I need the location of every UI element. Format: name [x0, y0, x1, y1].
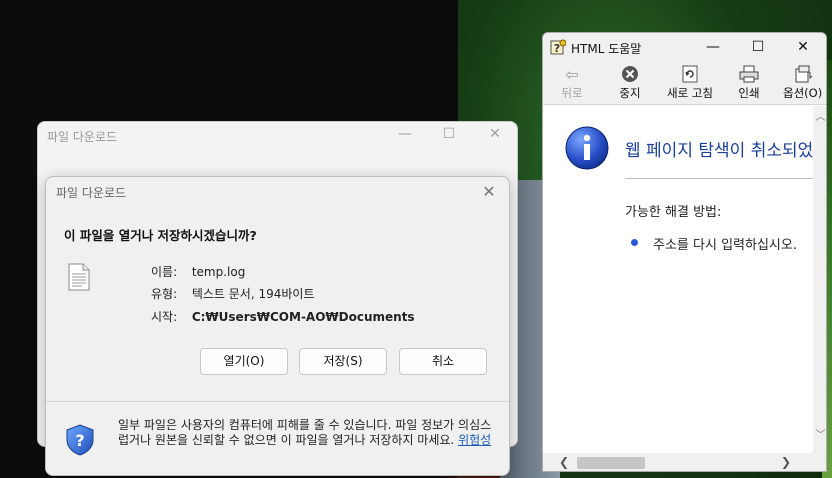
- stop-label: 중지: [619, 86, 641, 100]
- scroll-up-icon[interactable]: ︿: [813, 108, 826, 123]
- risk-link[interactable]: 위험성: [458, 433, 491, 447]
- html-help-window: ? HTML 도움말 — ☐ ✕ ⇦ 뒤로 중지 새로 고침 인쇄 옵션(O) …: [542, 32, 827, 472]
- file-download-dialog: 파일 다운로드 ✕ 이 파일을 열거나 저장하시겠습니까? 이름: temp.l…: [45, 176, 510, 476]
- refresh-icon: [661, 65, 719, 85]
- minimize-icon[interactable]: —: [390, 126, 420, 144]
- print-label: 인쇄: [738, 86, 760, 100]
- info-icon: [565, 126, 609, 170]
- bullet-icon: [631, 239, 638, 246]
- horizontal-scroll-thumb[interactable]: [577, 457, 645, 469]
- horizontal-scrollbar[interactable]: ❮ ❯: [543, 453, 826, 471]
- dialog-question: 이 파일을 열거나 저장하시겠습니까?: [64, 228, 257, 243]
- help-window-title: HTML 도움말: [571, 42, 642, 56]
- options-button[interactable]: 옵션(O): [783, 65, 826, 103]
- maximize-icon[interactable]: ☐: [744, 36, 772, 58]
- maximize-icon[interactable]: ☐: [434, 126, 464, 144]
- scroll-down-icon[interactable]: ﹀: [813, 426, 826, 441]
- file-from-row: 시작: C:₩Users₩COM-AO₩Documents: [151, 308, 415, 325]
- stop-icon: [613, 65, 647, 85]
- from-label: 시작:: [151, 310, 178, 324]
- file-name-row: 이름: temp.log: [151, 263, 245, 280]
- close-icon[interactable]: ✕: [480, 126, 510, 144]
- svg-text:?: ?: [75, 431, 84, 450]
- cancel-button[interactable]: 취소: [399, 348, 487, 375]
- help-content: 웹 페이지 탐색이 취소되었습니다 가능한 해결 방법: 주소를 다시 입력하십…: [543, 106, 813, 453]
- shield-icon: ?: [66, 424, 94, 456]
- type-value: 텍스트 문서, 194바이트: [191, 287, 315, 301]
- open-button[interactable]: 열기(O): [200, 348, 288, 375]
- help-subheading: 가능한 해결 방법:: [625, 205, 722, 220]
- back-label: 뒤로: [561, 86, 583, 100]
- stop-button[interactable]: 중지: [613, 65, 647, 103]
- type-label: 유형:: [151, 287, 178, 301]
- help-icon: ?: [550, 39, 566, 55]
- help-divider: [625, 178, 813, 179]
- scroll-left-icon[interactable]: ❮: [559, 455, 569, 469]
- from-value: C:₩Users₩COM-AO₩Documents: [191, 310, 415, 324]
- vertical-scrollbar[interactable]: ︿ ﹀: [813, 106, 826, 453]
- options-label: 옵션(O): [783, 86, 823, 100]
- minimize-icon[interactable]: —: [699, 36, 727, 58]
- close-icon[interactable]: ✕: [477, 181, 501, 203]
- help-toolbar: ⇦ 뒤로 중지 새로 고침 인쇄 옵션(O): [543, 61, 826, 105]
- refresh-label: 새로 고침: [667, 86, 713, 100]
- dialog-title: 파일 다운로드: [56, 186, 127, 200]
- back-arrow-icon: ⇦: [565, 65, 579, 84]
- file-type-row: 유형: 텍스트 문서, 194바이트: [151, 285, 315, 302]
- print-button[interactable]: 인쇄: [731, 65, 767, 103]
- warning-area: ? 일부 파일은 사용자의 컴퓨터에 피해를 줄 수 있습니다. 파일 정보가 …: [46, 402, 509, 475]
- svg-text:?: ?: [554, 42, 560, 55]
- back-window-title: 파일 다운로드: [47, 130, 118, 144]
- help-titlebar: ? HTML 도움말 — ☐ ✕: [543, 33, 826, 61]
- save-button[interactable]: 저장(S): [299, 348, 387, 375]
- name-value: temp.log: [191, 265, 246, 279]
- refresh-button[interactable]: 새로 고침: [661, 65, 719, 103]
- close-icon[interactable]: ✕: [789, 36, 817, 58]
- scroll-right-icon[interactable]: ❯: [781, 455, 791, 469]
- options-icon: [783, 65, 826, 85]
- warning-text: 일부 파일은 사용자의 컴퓨터에 피해를 줄 수 있습니다. 파일 정보가 의심…: [118, 418, 498, 448]
- print-icon: [731, 65, 767, 85]
- help-heading: 웹 페이지 탐색이 취소되었습니다: [625, 141, 813, 161]
- help-bullet-text: 주소를 다시 입력하십시오.: [653, 238, 797, 253]
- document-icon: [68, 263, 90, 291]
- warning-message: 일부 파일은 사용자의 컴퓨터에 피해를 줄 수 있습니다. 파일 정보가 의심…: [118, 418, 492, 447]
- name-label: 이름:: [151, 265, 178, 279]
- back-button[interactable]: ⇦ 뒤로: [555, 65, 589, 103]
